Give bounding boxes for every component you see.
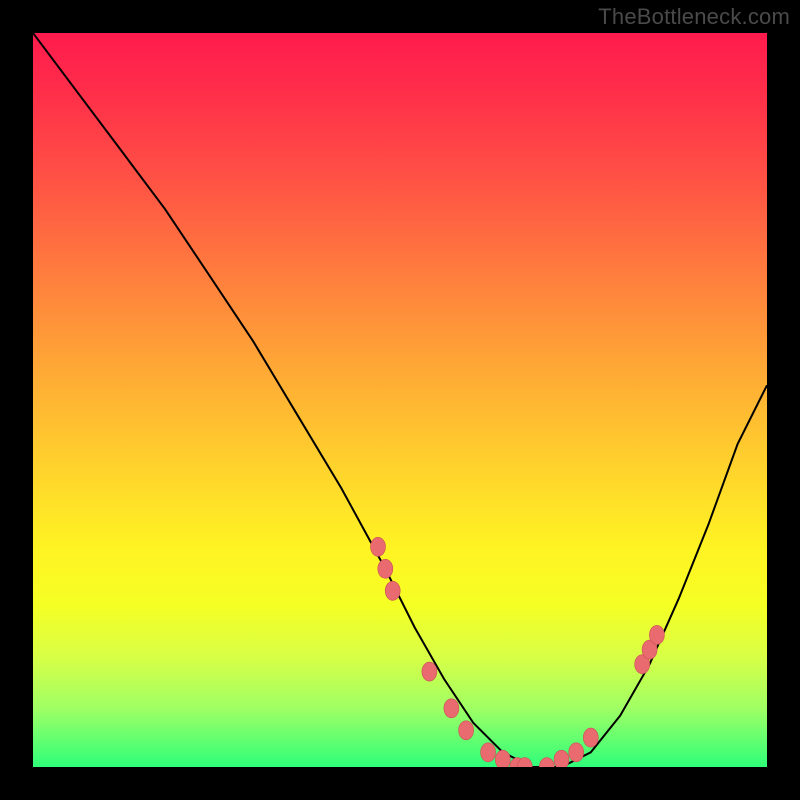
marker-dot xyxy=(554,750,569,767)
curve-svg xyxy=(33,33,767,767)
marker-dot xyxy=(583,728,598,747)
marker-dot xyxy=(459,721,474,740)
plot-area xyxy=(33,33,767,767)
marker-dots xyxy=(371,537,665,767)
bottleneck-curve xyxy=(33,33,767,767)
marker-dot xyxy=(481,743,496,762)
marker-dot xyxy=(569,743,584,762)
marker-dot xyxy=(495,750,510,767)
marker-dot xyxy=(539,758,554,768)
marker-dot xyxy=(444,699,459,718)
watermark-text: TheBottleneck.com xyxy=(598,4,790,30)
marker-dot xyxy=(649,625,664,644)
marker-dot xyxy=(422,662,437,681)
marker-dot xyxy=(378,559,393,578)
marker-dot xyxy=(385,581,400,600)
chart-frame: TheBottleneck.com xyxy=(0,0,800,800)
marker-dot xyxy=(371,537,386,556)
